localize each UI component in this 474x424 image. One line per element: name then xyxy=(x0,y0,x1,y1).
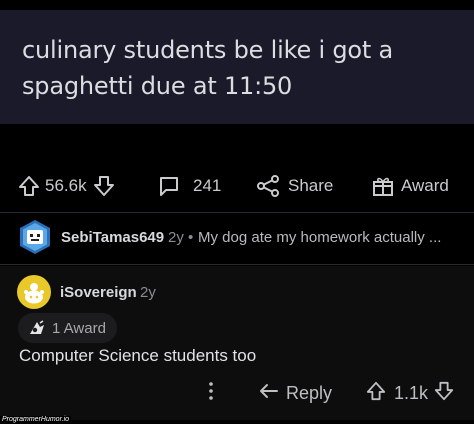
comments-button[interactable]: 241 xyxy=(157,166,221,206)
reply-age: 2y xyxy=(140,284,156,301)
vertical-ellipsis-icon xyxy=(204,380,218,407)
divider xyxy=(0,212,474,213)
post-text-line-1: culinary students be like i got a xyxy=(22,36,394,64)
separator-dot: • xyxy=(188,229,194,246)
post-action-bar: 56.6k 241 Share Award xyxy=(0,166,474,206)
award-badge[interactable]: 1 Award xyxy=(18,313,117,343)
award-count-label: 1 Award xyxy=(52,319,106,337)
downvote-icon[interactable] xyxy=(434,380,454,407)
post-text: culinary students be like i got a spaghe… xyxy=(22,32,462,104)
upvote-icon[interactable] xyxy=(366,380,386,407)
comment-age: 2y xyxy=(168,229,184,246)
post-text-line-2: spaghetti due at 11:50 xyxy=(22,72,293,100)
upvote-count: 56.6k xyxy=(45,176,87,195)
reply-action-bar: Reply 1.1k xyxy=(0,378,474,408)
divider xyxy=(0,264,474,265)
share-label: Share xyxy=(288,176,334,195)
more-options-button[interactable] xyxy=(204,378,218,408)
post-card[interactable]: culinary students be like i got a spaghe… xyxy=(0,10,474,124)
reply-vote-count: 1.1k xyxy=(394,382,429,403)
comment-bubble-icon xyxy=(157,174,181,198)
downvote-icon[interactable] xyxy=(93,174,115,198)
share-icon xyxy=(256,174,280,198)
upvote-icon[interactable] xyxy=(18,174,40,198)
reply-arrow-icon xyxy=(258,381,280,406)
comment-snippet[interactable]: My dog ate my homework actually ... xyxy=(198,229,441,246)
reply-body: Computer Science students too xyxy=(19,346,257,365)
gift-icon xyxy=(371,174,395,198)
avatar[interactable] xyxy=(17,275,51,309)
upvote-group: 56.6k xyxy=(18,166,115,206)
award-icon xyxy=(28,319,46,337)
share-button[interactable]: Share xyxy=(256,166,333,206)
award-button[interactable]: Award xyxy=(371,166,449,206)
award-label: Award xyxy=(401,176,449,195)
watermark: ProgrammerHumor.io xyxy=(0,416,72,423)
comment-username[interactable]: SebiTamas649 xyxy=(61,229,164,246)
avatar[interactable] xyxy=(17,219,53,255)
reply-vote-group: 1.1k xyxy=(366,378,454,408)
comment-count: 241 xyxy=(193,176,222,195)
reply-username[interactable]: iSovereign xyxy=(60,284,137,301)
reply-button[interactable]: Reply xyxy=(258,378,332,408)
reply-label: Reply xyxy=(286,382,333,403)
